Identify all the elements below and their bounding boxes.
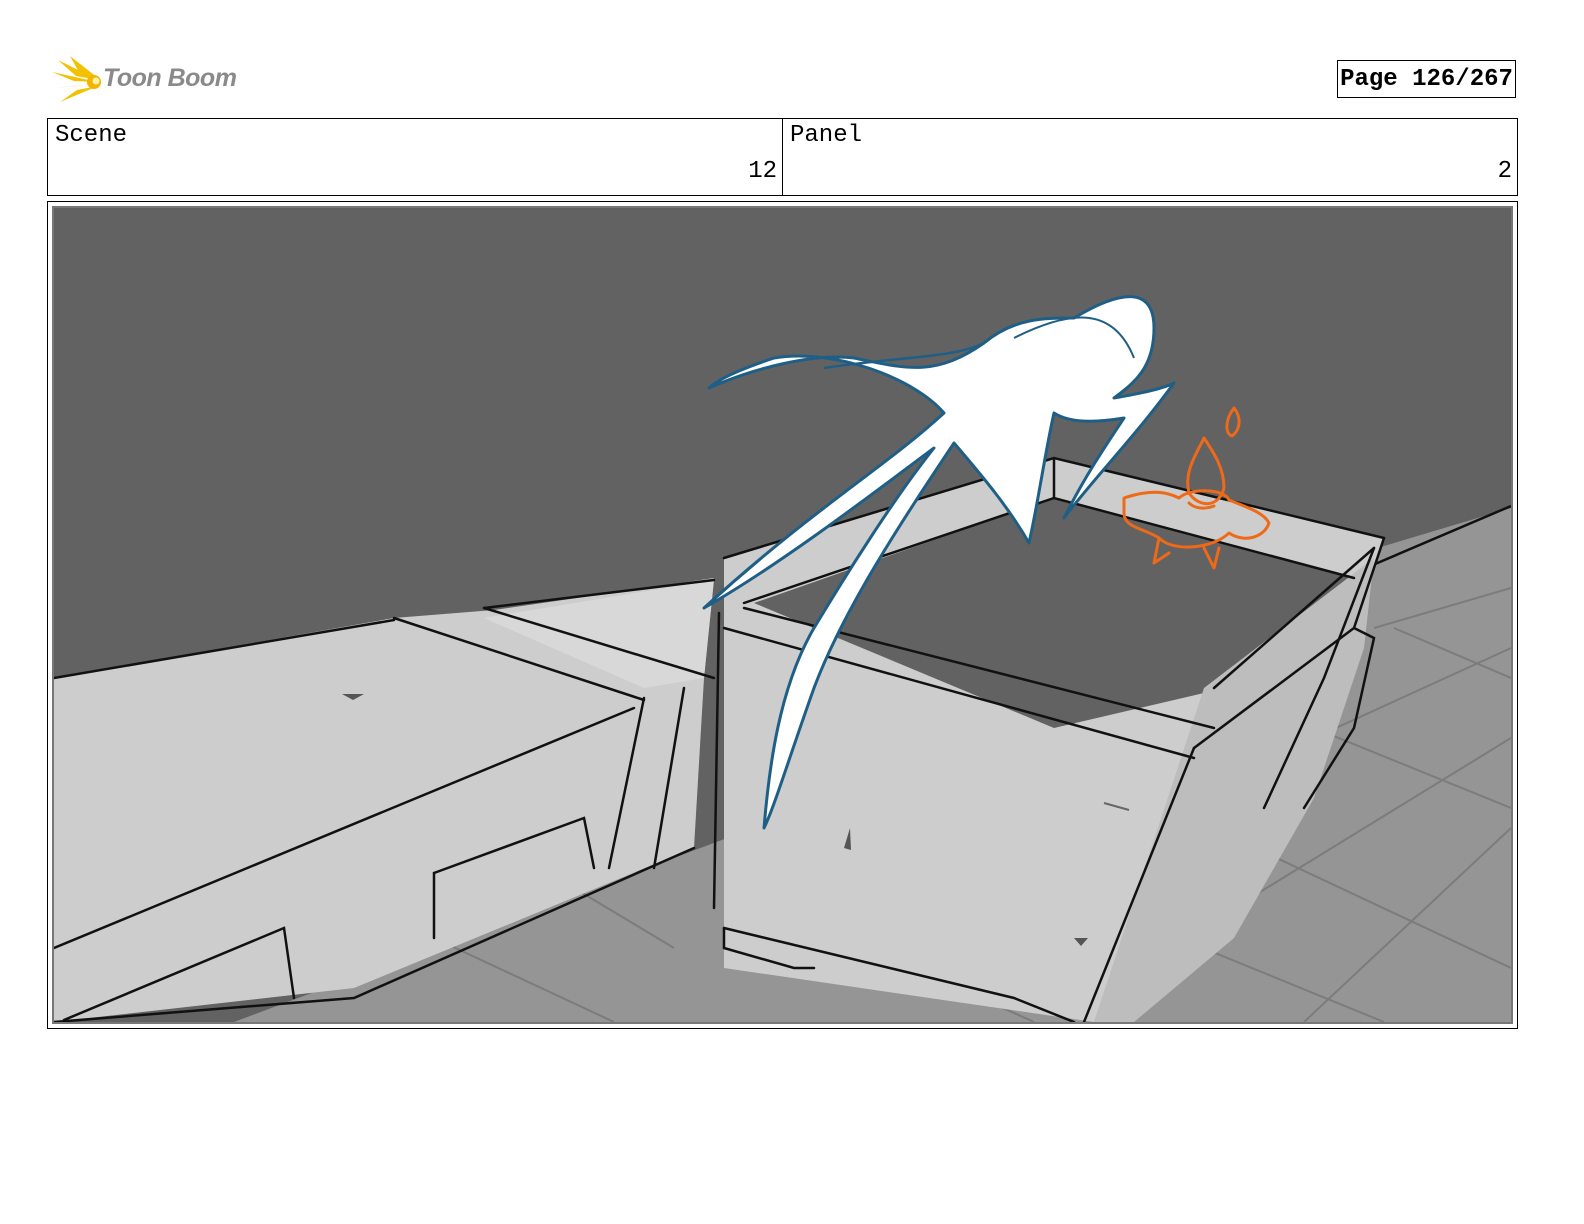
page-number: Page 126/267 — [1337, 60, 1516, 98]
brand-name: Toon Boom — [103, 64, 237, 92]
scene-panel-info: Scene 12 Panel 2 — [47, 118, 1518, 196]
toon-boom-logo: Toon Boom — [50, 54, 250, 108]
panel-number: 2 — [1497, 158, 1512, 185]
scene-label: Scene — [55, 122, 128, 149]
scene-number: 12 — [748, 158, 777, 185]
sunburst-icon — [52, 56, 101, 102]
storyboard-panel-image — [52, 206, 1513, 1024]
storyboard-panel-frame — [47, 201, 1518, 1029]
scene-cell: Scene 12 — [48, 119, 782, 195]
panel-label: Panel — [790, 122, 863, 149]
panel-cell: Panel 2 — [782, 119, 1517, 195]
storyboard-sketch — [54, 208, 1511, 1022]
